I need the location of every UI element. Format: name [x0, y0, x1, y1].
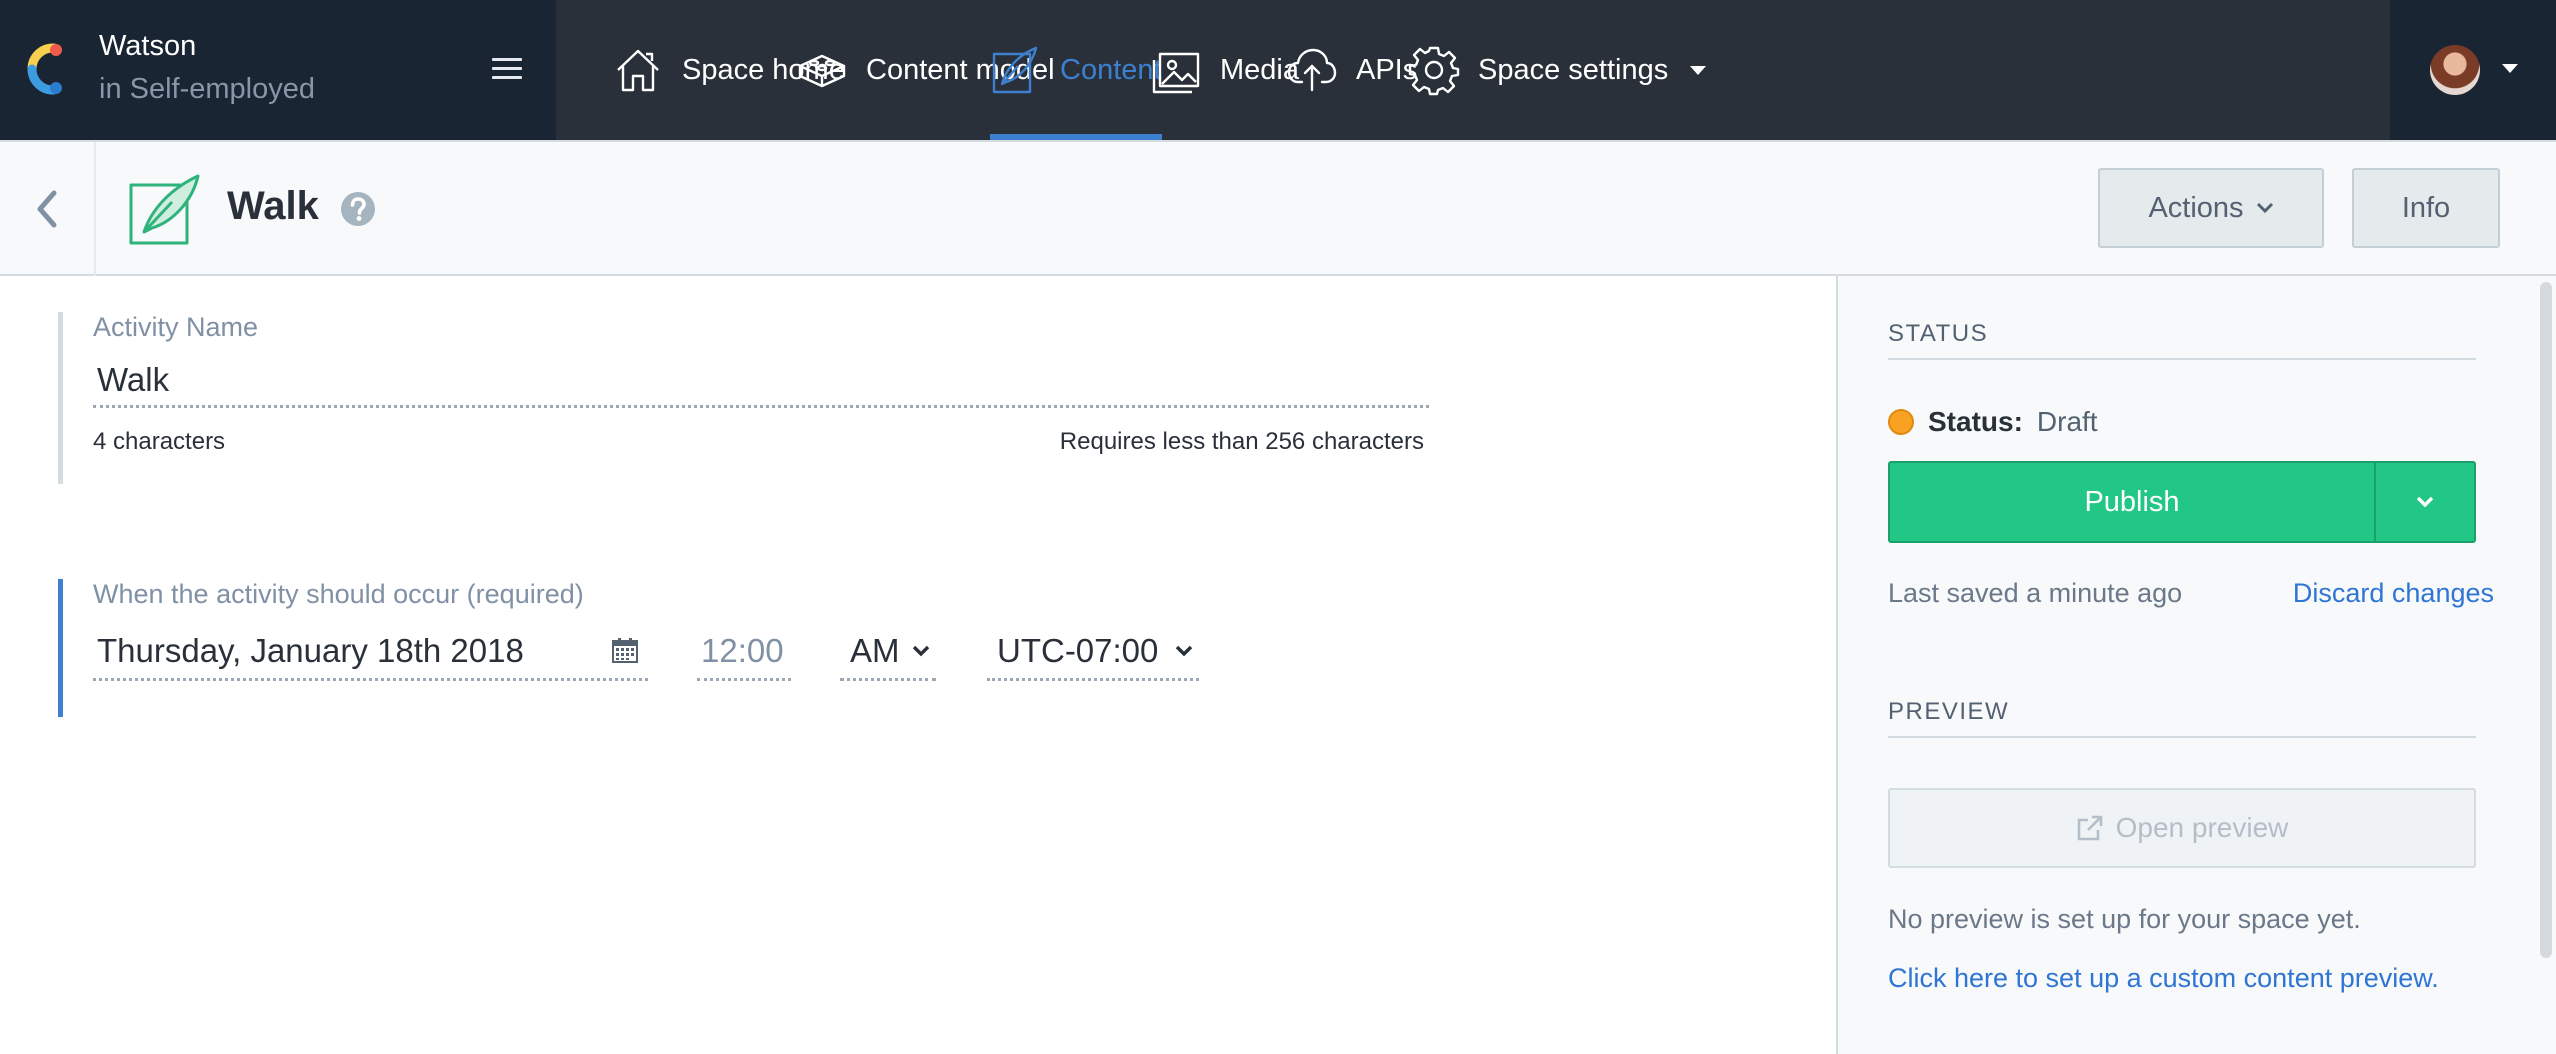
content-model-icon	[798, 54, 846, 88]
field-activity-name: Activity Name Walk 4 characters Requires…	[58, 312, 1438, 484]
chevron-down-icon	[2502, 64, 2518, 73]
content-icon	[992, 46, 1038, 94]
status-key: Status:	[1928, 406, 2023, 437]
help-icon[interactable]	[340, 191, 376, 227]
ampm-value: AM	[850, 632, 900, 669]
calendar-icon[interactable]	[612, 637, 638, 663]
status-indicator: Status: Draft	[1888, 406, 2098, 438]
page-title: Walk	[227, 184, 319, 228]
content-type-icon	[129, 174, 200, 245]
chevron-down-icon	[1690, 65, 1707, 75]
nav-content[interactable]: Content	[990, 0, 1162, 140]
open-preview-button[interactable]: Open preview	[1888, 788, 2476, 868]
time-input[interactable]: 12:00	[697, 621, 791, 681]
status-badge: Draft	[2036, 406, 2098, 437]
info-label: Info	[2401, 191, 2451, 224]
entity-header: Walk Actions Info	[0, 140, 2556, 276]
preview-heading: PREVIEW	[1888, 698, 2476, 738]
nav-apis[interactable]: APIs	[1286, 0, 1417, 140]
nav-media[interactable]: Media	[1150, 0, 1299, 140]
organization-switcher[interactable]: Watson in Self-employed	[0, 0, 556, 140]
media-icon	[1152, 52, 1200, 94]
publish-options-button[interactable]	[2374, 463, 2474, 541]
open-preview-label: Open preview	[2115, 812, 2289, 843]
publish-button-group: Publish	[1888, 461, 2476, 543]
home-icon	[617, 49, 659, 92]
chevron-left-icon	[37, 190, 57, 228]
character-limit: Requires less than 256 characters	[1059, 428, 1424, 455]
contentful-logo-icon	[27, 43, 62, 95]
chevron-down-icon	[912, 645, 930, 657]
nav-space-settings[interactable]: Space settings	[1408, 0, 1707, 140]
sidebar-scrollbar[interactable]	[2540, 282, 2552, 958]
status-dot-icon	[1888, 409, 1914, 435]
field-label: Activity Name	[93, 312, 259, 342]
actions-button[interactable]: Actions	[2098, 168, 2324, 248]
setup-preview-link[interactable]: Click here to set up a custom content pr…	[1888, 960, 2448, 996]
character-count: 4 characters	[93, 428, 226, 455]
chevron-down-icon	[2416, 496, 2434, 508]
external-link-icon	[2077, 815, 2102, 841]
publish-button[interactable]: Publish	[1890, 463, 2374, 541]
cloud-api-icon	[1287, 48, 1337, 92]
no-preview-text: No preview is set up for your space yet.	[1888, 904, 2361, 934]
date-value: Thursday, January 18th 2018	[97, 632, 524, 669]
nav-label: Content	[1060, 53, 1162, 86]
info-button[interactable]: Info	[2352, 168, 2500, 248]
last-saved-text: Last saved a minute ago	[1888, 578, 2183, 608]
field-label: When the activity should occur (required…	[93, 579, 584, 609]
entity-sidebar: STATUS Status: Draft Publish Last saved …	[1836, 276, 2556, 1054]
space-name: Watson	[99, 30, 197, 62]
menu-icon[interactable]	[492, 58, 522, 82]
timezone-value: UTC-07:00	[997, 632, 1159, 669]
date-input[interactable]: Thursday, January 18th 2018	[93, 621, 648, 681]
top-navigation: Watson in Self-employed Space home Conte…	[0, 0, 2556, 140]
actions-label: Actions	[2148, 191, 2244, 224]
avatar	[2430, 45, 2480, 95]
ampm-select[interactable]: AM	[840, 621, 936, 681]
timezone-select[interactable]: UTC-07:00	[987, 621, 1199, 681]
chevron-down-icon	[2256, 202, 2273, 214]
field-occurrence: When the activity should occur (required…	[58, 579, 1358, 717]
status-heading: STATUS	[1888, 320, 2476, 360]
activity-name-input[interactable]: Walk	[93, 352, 1429, 408]
entry-editor: Activity Name Walk 4 characters Requires…	[0, 276, 1836, 1054]
back-button[interactable]	[0, 142, 96, 276]
account-menu[interactable]	[2390, 0, 2556, 140]
discard-changes-link[interactable]: Discard changes	[2293, 578, 2494, 609]
organization-name: in Self-employed	[99, 73, 315, 105]
chevron-down-icon	[1175, 645, 1193, 657]
nav-label: Space settings	[1478, 53, 1669, 86]
gear-icon	[1408, 46, 1460, 96]
main-nav: Space home Content model Content Media A…	[556, 0, 2556, 140]
